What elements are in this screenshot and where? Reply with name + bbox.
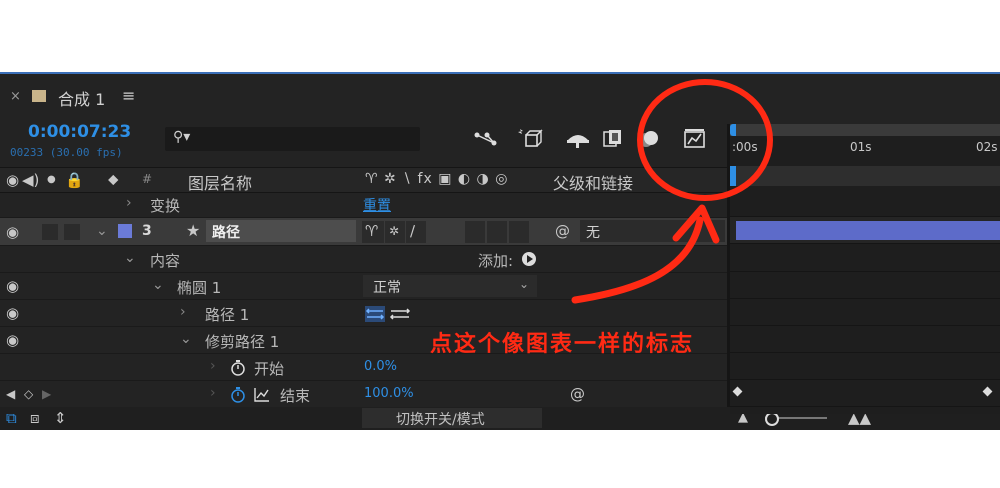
annotation-overlay [571,79,773,304]
annotation-text: 点这个像图表一样的标志 [430,332,695,357]
annotation-circle [637,79,773,201]
